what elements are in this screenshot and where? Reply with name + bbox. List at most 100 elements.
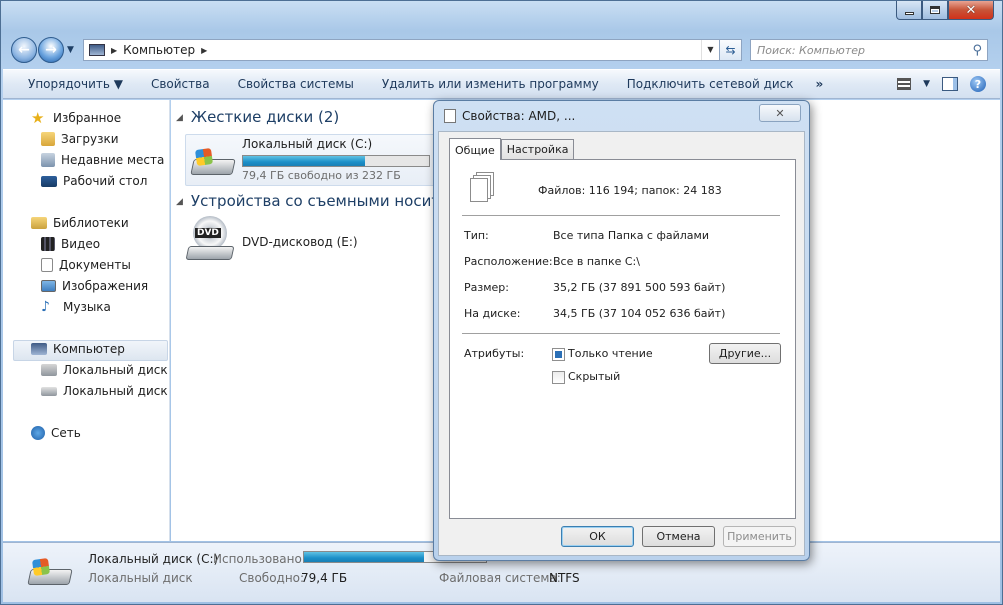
sidebar-item-label: Локальный диск (С [63, 363, 169, 377]
multiple-files-icon [470, 172, 496, 202]
sidebar-item-label: Компьютер [53, 342, 125, 356]
status-free-value: 79,4 ГБ [301, 571, 348, 585]
drive-usage-bar [242, 155, 430, 167]
navigation-pane: ★ Избранное Загрузки Недавние места Рабо… [3, 100, 170, 541]
search-placeholder: Поиск: Компьютер [757, 43, 865, 57]
navigation-bar: ← → ▼ ▶ Компьютер ▶ ▼ ⇆ Поиск: Компьютер… [11, 37, 996, 63]
help-icon[interactable]: ? [970, 76, 986, 92]
dialog-body: Общие Настройка Файлов: 116 194; папок: … [438, 131, 805, 556]
sidebar-item-label: Загрузки [61, 132, 119, 146]
sidebar-item-local-d[interactable]: Локальный диск (D [41, 384, 169, 398]
status-free-label: Свободно: [239, 571, 305, 585]
libraries-icon [31, 217, 47, 229]
refresh-button[interactable]: ⇆ [720, 39, 742, 61]
more-commands-button[interactable]: » [808, 77, 832, 91]
sidebar-item-label: Документы [59, 258, 131, 272]
sidebar-item-downloads[interactable]: Загрузки [41, 132, 119, 146]
windows-drive-icon [27, 555, 73, 589]
hard-drive-icon [41, 386, 57, 396]
drive-tile-c[interactable]: Локальный диск (C:) 79,4 ГБ свободно из … [185, 134, 435, 186]
dialog-close-button[interactable]: ✕ [759, 104, 801, 122]
group-header-removable[interactable]: ◢ Устройства со съемными носителя [176, 192, 434, 210]
back-button[interactable]: ← [11, 37, 37, 63]
close-button[interactable]: ✕ [948, 1, 994, 20]
sidebar-item-label: Сеть [51, 426, 81, 440]
sidebar-item-desktop[interactable]: Рабочий стол [41, 174, 147, 188]
advanced-attributes-button[interactable]: Другие... [709, 343, 781, 364]
computer-icon [31, 343, 47, 355]
sidebar-item-favorites[interactable]: ★ Избранное [31, 111, 121, 125]
sidebar-item-network[interactable]: Сеть [31, 426, 81, 440]
close-icon: ✕ [965, 2, 977, 18]
size-label: Размер: [464, 281, 509, 294]
sidebar-item-label: Недавние места [61, 153, 165, 167]
preview-pane-icon[interactable] [942, 77, 958, 91]
dvd-drive-name[interactable]: DVD-дисковод (E:) [242, 235, 358, 249]
sidebar-item-recent[interactable]: Недавние места [41, 153, 164, 167]
view-icon[interactable] [897, 78, 912, 90]
collapse-triangle-icon[interactable]: ◢ [176, 113, 183, 123]
status-drive-type: Локальный диск [88, 571, 193, 585]
group-title: Устройства со съемными носителя [190, 192, 434, 210]
collapse-triangle-icon[interactable]: ◢ [176, 197, 183, 207]
size-value: 35,2 ГБ (37 891 500 593 байт) [553, 281, 726, 294]
status-drive-name: Локальный диск (C:) [88, 552, 219, 566]
dvd-drive-icon[interactable]: DVD [185, 216, 235, 266]
sidebar-item-label: Избранное [53, 111, 122, 125]
status-usage-fill [304, 552, 424, 562]
cancel-button[interactable]: Отмена [642, 526, 715, 547]
apply-button[interactable]: Применить [723, 526, 796, 547]
dvd-label: DVD [195, 228, 221, 238]
sidebar-item-pictures[interactable]: Изображения [41, 279, 148, 293]
view-dropdown-arrow[interactable]: ▼ [923, 79, 930, 89]
close-icon: ✕ [775, 106, 785, 120]
hidden-checkbox[interactable] [552, 371, 565, 384]
breadcrumb-separator[interactable]: ▶ [201, 46, 207, 55]
sidebar-item-documents[interactable]: Документы [41, 258, 131, 272]
maximize-icon [930, 6, 940, 14]
network-icon [31, 426, 45, 440]
group-title: Жесткие диски (2) [190, 108, 340, 126]
uninstall-program-button[interactable]: Удалить или изменить программу [368, 77, 613, 91]
properties-button[interactable]: Свойства [137, 77, 224, 91]
type-value: Все типа Папка с файлами [553, 229, 709, 242]
map-network-drive-button[interactable]: Подключить сетевой диск [613, 77, 808, 91]
view-controls: ▼ ? [897, 76, 986, 92]
general-tab-page: Файлов: 116 194; папок: 24 183 Тип: Все … [449, 159, 796, 519]
sidebar-item-libraries[interactable]: Библиотеки [31, 216, 129, 230]
search-input[interactable]: Поиск: Компьютер ⚲ [750, 39, 988, 61]
recent-pages-dropdown[interactable]: ▼ [67, 45, 79, 55]
sidebar-item-music[interactable]: ♪ Музыка [41, 300, 111, 314]
sidebar-item-computer[interactable]: Компьютер [31, 342, 125, 356]
properties-dialog: Свойства: AMD, ... ✕ Общие Настройка Фай… [433, 100, 810, 561]
sidebar-item-video[interactable]: Видео [41, 237, 100, 251]
readonly-label[interactable]: Только чтение [568, 347, 653, 360]
arrow-left-icon: ← [18, 42, 30, 58]
minimize-button[interactable] [896, 1, 922, 20]
hidden-label[interactable]: Скрытый [568, 370, 620, 383]
dialog-tabs: Общие Настройка [449, 138, 575, 160]
search-icon[interactable]: ⚲ [972, 43, 982, 58]
downloads-folder-icon [41, 132, 55, 146]
breadcrumb-computer[interactable]: Компьютер [123, 43, 195, 57]
divider [462, 215, 780, 216]
status-fs-value: NTFS [549, 571, 580, 585]
tab-settings[interactable]: Настройка [500, 139, 575, 159]
address-dropdown-button[interactable]: ▼ [701, 40, 719, 60]
breadcrumb-separator[interactable]: ▶ [111, 46, 117, 55]
organize-menu[interactable]: Упорядочить ▼ [3, 77, 137, 91]
drive-usage-fill [243, 156, 366, 166]
group-header-hard-drives[interactable]: ◢ Жесткие диски (2) [176, 108, 339, 126]
sidebar-item-label: Библиотеки [53, 216, 129, 230]
sidebar-item-local-c[interactable]: Локальный диск (С [41, 363, 169, 377]
forward-button[interactable]: → [38, 37, 64, 63]
address-bar[interactable]: ▶ Компьютер ▶ ▼ [83, 39, 720, 61]
sidebar-item-label: Локальный диск (D [63, 384, 169, 398]
windows-drive-icon [41, 364, 57, 376]
readonly-checkbox[interactable] [552, 348, 565, 361]
attributes-label: Атрибуты: [464, 347, 525, 360]
tab-general[interactable]: Общие [449, 138, 501, 160]
ok-button[interactable]: ОК [561, 526, 634, 547]
system-properties-button[interactable]: Свойства системы [224, 77, 368, 91]
maximize-button[interactable] [922, 1, 948, 20]
